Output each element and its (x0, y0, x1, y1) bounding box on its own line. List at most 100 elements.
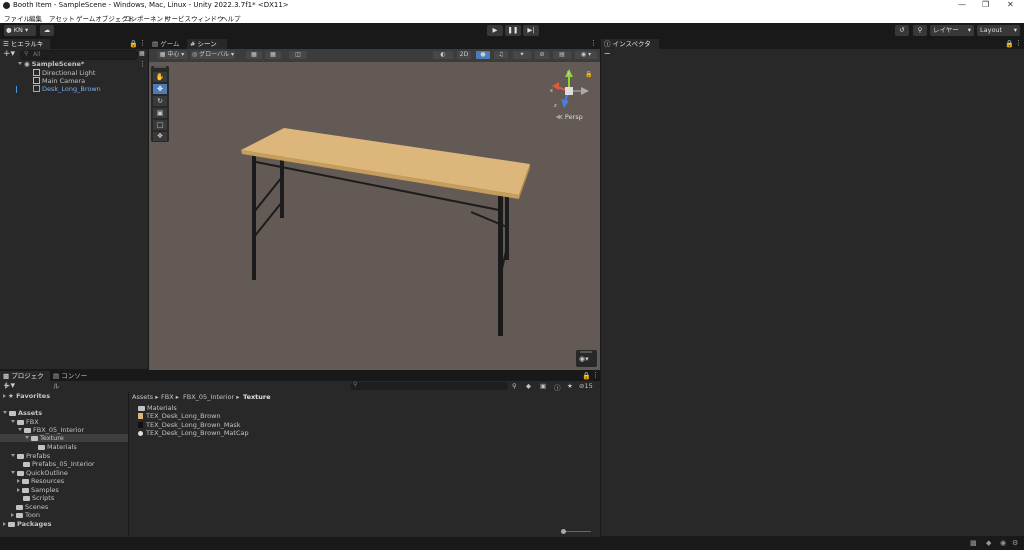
breadcrumb-item[interactable]: Assets ▸ (132, 393, 159, 401)
layers-dropdown[interactable]: レイヤー ▾ (930, 25, 974, 36)
menu-edit[interactable]: 編集 (29, 13, 42, 23)
expand-arrow-icon[interactable] (3, 411, 7, 414)
hierarchy-item[interactable]: Main Camera (33, 77, 85, 85)
breadcrumb-current[interactable]: Texture (243, 393, 271, 401)
expand-arrow-icon[interactable] (25, 436, 29, 439)
scene-more-icon[interactable]: ⋮ (139, 60, 146, 68)
file-item[interactable]: TEX_Desk_Long_Brown_MatCap (138, 429, 249, 437)
search-by-label-icon[interactable]: ◆ (526, 382, 531, 390)
toggle-2d-button[interactable]: 2D (457, 51, 471, 59)
favorites-row[interactable]: ★ Favorites (3, 392, 50, 400)
menu-help[interactable]: ヘルプ (221, 13, 241, 23)
project-search-input[interactable]: ⚲ (350, 381, 508, 390)
breadcrumb-item[interactable]: FBX_05_Interior ▸ (183, 393, 239, 401)
project-more-icon[interactable]: ⋮ (592, 371, 599, 379)
tree-item-selected[interactable]: Texture (0, 434, 128, 442)
tree-item[interactable]: Prefabs (11, 452, 50, 460)
tree-item[interactable]: Samples (17, 486, 59, 494)
menu-file[interactable]: ファイル (4, 13, 30, 23)
collapse-arrow-icon[interactable] (3, 522, 6, 526)
pivot-dropdown[interactable]: ▦ 中心 ▾ (157, 51, 187, 59)
add-icon[interactable]: +▾ (3, 49, 15, 59)
debug-mode-icon[interactable]: ◉ (1000, 539, 1006, 547)
tree-item[interactable]: Resources (17, 477, 64, 485)
tree-item[interactable]: Materials (38, 443, 77, 451)
expand-arrow-icon[interactable] (18, 428, 22, 431)
collapse-arrow-icon[interactable] (3, 394, 6, 398)
hierarchy-scene-row[interactable]: ◉ SampleScene* (18, 60, 148, 68)
account-dropdown[interactable]: ● KN ▾ (4, 25, 36, 36)
space-dropdown[interactable]: ◎ グローバル ▾ (191, 51, 235, 59)
breadcrumb-item[interactable]: FBX ▸ (161, 393, 179, 401)
hierarchy-item-selected[interactable]: Desk_Long_Brown (33, 85, 101, 93)
lock-icon[interactable]: 🔒 (129, 40, 138, 48)
close-icon[interactable]: ✕ (1007, 0, 1014, 9)
tree-item[interactable]: Scripts (23, 494, 54, 502)
assets-row[interactable]: Assets (3, 409, 42, 417)
maximize-icon[interactable]: ❐ (982, 0, 989, 9)
settings-icon[interactable]: ⚙ (1012, 539, 1018, 547)
collapse-arrow-icon[interactable] (11, 513, 14, 517)
search-button[interactable]: ⚲ (913, 25, 927, 36)
favorite-star-icon[interactable]: ★ (567, 382, 573, 390)
create-add-icon[interactable]: +▾ (3, 381, 15, 391)
tree-item[interactable]: QuickOutline (11, 469, 68, 477)
tree-item[interactable]: Prefabs_05_Interior (23, 460, 95, 468)
menu-services[interactable]: サービス (165, 13, 191, 23)
hierarchy-item[interactable]: Directional Light (33, 69, 95, 77)
inspector-more-icon[interactable]: ⋮ (1015, 39, 1022, 47)
grid-visibility-button[interactable]: ▦ (265, 51, 281, 59)
tab-hierarchy[interactable]: ☰ ヒエラルキー (0, 39, 50, 58)
gizmos-dropdown[interactable]: ◉ ▾ (575, 51, 597, 59)
expand-arrow-icon[interactable] (11, 420, 15, 423)
hidden-objects-toggle[interactable]: ⊘ (535, 51, 549, 59)
expand-arrow-icon[interactable] (11, 454, 15, 457)
hierarchy-search-input[interactable]: ⚲ All (20, 50, 138, 60)
lighting-toggle[interactable]: ● (476, 51, 490, 59)
collapse-arrow-icon[interactable] (17, 479, 20, 483)
tab-project[interactable]: ▩ プロジェクト (0, 371, 50, 390)
tab-console[interactable]: ▤ コンソール (50, 371, 96, 390)
tree-item[interactable]: Toon (11, 511, 40, 519)
tab-game[interactable]: ▤ ゲーム (149, 39, 191, 49)
filter-icon[interactable]: ▦ (139, 50, 145, 57)
project-lock-icon[interactable]: 🔒 (582, 372, 591, 380)
draw-mode-dropdown[interactable]: ◐ (433, 51, 453, 59)
scene-more-icon[interactable]: ⋮ (590, 39, 597, 47)
notifications-icon[interactable]: ◆ (986, 539, 991, 547)
search-by-tag-icon[interactable]: ▣ (540, 382, 546, 390)
tree-item[interactable]: FBX (11, 418, 39, 426)
hidden-packages-toggle[interactable]: ⊘15 (579, 382, 593, 390)
camera-settings-icon[interactable]: ◉▾ (579, 355, 589, 363)
overlay-grip[interactable] (580, 351, 592, 353)
increment-snap-button[interactable]: ◫ (289, 51, 307, 59)
menu-assets[interactable]: アセット (49, 13, 75, 23)
file-item[interactable]: TEX_Desk_Long_Brown_Mask (138, 421, 241, 429)
camera-dropdown[interactable]: ▤ (553, 51, 571, 59)
expand-arrow-icon[interactable] (18, 62, 22, 65)
pause-button[interactable]: ❚❚ (505, 25, 521, 36)
play-button[interactable]: ▶ (487, 25, 503, 36)
grid-snap-button[interactable]: ▦ (246, 51, 262, 59)
tab-scene[interactable]: # シーン (187, 39, 227, 49)
tree-item[interactable]: FBX_05_Interior (18, 426, 84, 434)
tree-item[interactable]: Scenes (16, 503, 48, 511)
effects-dropdown[interactable]: ✦ (513, 51, 531, 59)
scene-camera-overlay[interactable]: ◉▾ (576, 350, 597, 367)
inspector-lock-icon[interactable]: 🔒 (1005, 40, 1014, 48)
step-button[interactable]: ▶| (523, 25, 539, 36)
desk-model[interactable] (149, 62, 600, 370)
layout-dropdown[interactable]: Layout ▾ (977, 25, 1020, 36)
expand-arrow-icon[interactable] (11, 471, 15, 474)
file-item[interactable]: TEX_Desk_Long_Brown (138, 412, 221, 420)
search-by-type-icon[interactable]: ⚲ (512, 382, 517, 390)
log-icon[interactable]: ⓘ (554, 382, 561, 392)
progress-icon[interactable]: ▩ (970, 539, 977, 547)
collapse-arrow-icon[interactable] (17, 488, 20, 492)
packages-row[interactable]: Packages (3, 520, 51, 528)
tab-inspector[interactable]: ⓘ インスペクター (601, 39, 659, 58)
minimize-icon[interactable]: — (958, 0, 966, 9)
menu-window[interactable]: ウィンドウ (191, 13, 224, 23)
more-menu-icon[interactable]: ⋮ (139, 39, 146, 47)
icon-size-slider-handle[interactable] (561, 529, 566, 534)
